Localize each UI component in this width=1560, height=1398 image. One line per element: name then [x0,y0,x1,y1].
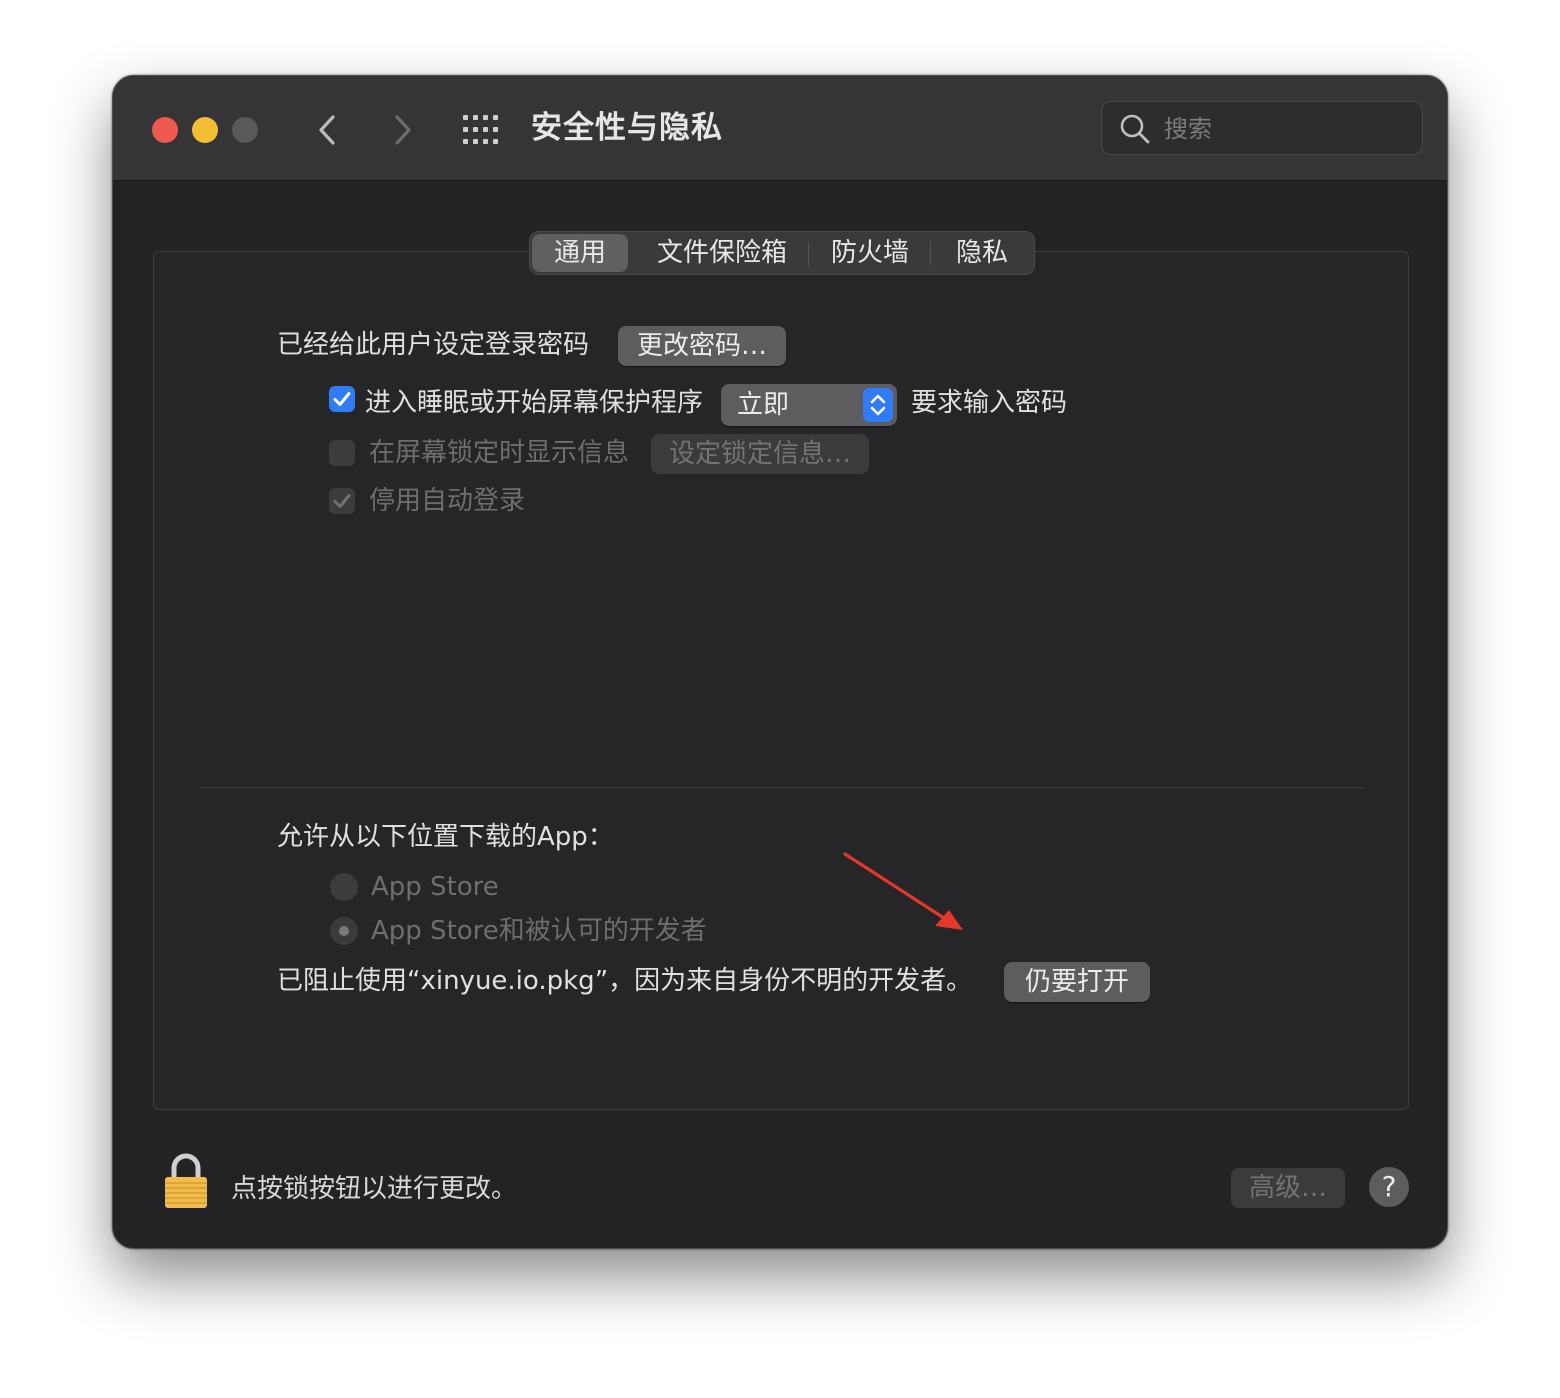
search-field[interactable] [1101,101,1423,156]
disable-auto-login-label: 停用自动登录 [369,486,526,516]
help-button[interactable]: ? [1369,1167,1409,1207]
blocked-app-message: 已阻止使用“xinyue.io.pkg”，因为来自身份不明的开发者。 [277,966,973,996]
radio-selected-dot [339,926,349,936]
popup-selected-value: 立即 [737,390,790,420]
tab-bar: 通用 文件保险箱 防火墙 隐私 [529,231,1035,275]
preferences-window: 安全性与隐私 通用 文件保险箱 防火墙 隐私 已经给此用户设定登录密码 更改密码… [112,75,1448,1249]
zoom-window-button[interactable] [232,117,258,143]
tab-firewall[interactable]: 防火墙 [814,234,926,272]
allow-downloads-heading: 允许从以下位置下载的App： [277,822,614,852]
show-all-grid-icon[interactable] [461,112,505,148]
advanced-button[interactable]: 高级… [1231,1168,1345,1208]
search-input[interactable] [1162,102,1416,156]
tab-divider [930,242,931,266]
section-divider [199,787,1363,788]
tab-filevault[interactable]: 文件保险箱 [636,234,808,272]
radio-app-store-label: App Store [371,872,499,902]
tab-divider [808,242,809,266]
lock-message: 点按锁按钮以进行更改。 [231,1174,518,1204]
title-bar: 安全性与隐私 [113,76,1447,181]
window-title: 安全性与隐私 [531,110,723,146]
set-lock-message-button[interactable]: 设定锁定信息… [651,434,869,474]
radio-app-store-identified-developers-label: App Store和被认可的开发者 [371,916,707,946]
chevron-right-icon[interactable] [382,110,422,150]
radio-app-store[interactable] [330,873,358,901]
tab-general[interactable]: 通用 [532,234,628,272]
checkmark-icon [333,494,351,508]
chevron-left-icon[interactable] [308,110,348,150]
tab-privacy[interactable]: 隐私 [936,234,1028,272]
show-lock-message-label: 在屏幕锁定时显示信息 [369,438,630,468]
change-password-button[interactable]: 更改密码… [618,326,786,366]
show-lock-message-checkbox[interactable] [329,440,355,466]
lock-icon[interactable] [163,1152,209,1210]
search-icon [1120,114,1150,144]
minimize-window-button[interactable] [192,117,218,143]
require-password-label: 进入睡眠或开始屏幕保护程序 [365,388,704,418]
radio-app-store-identified-developers[interactable] [330,917,358,945]
require-password-checkbox[interactable] [329,386,355,412]
require-password-suffix: 要求输入密码 [911,388,1068,418]
open-anyway-button[interactable]: 仍要打开 [1004,962,1150,1002]
disable-auto-login-checkbox[interactable] [329,488,355,514]
require-password-delay-popup[interactable]: 立即 [721,384,897,426]
close-window-button[interactable] [152,117,178,143]
annotation-arrow-icon [843,852,963,930]
checkmark-icon [333,392,351,406]
updown-arrows-icon [863,388,893,422]
password-set-label: 已经给此用户设定登录密码 [277,330,590,360]
